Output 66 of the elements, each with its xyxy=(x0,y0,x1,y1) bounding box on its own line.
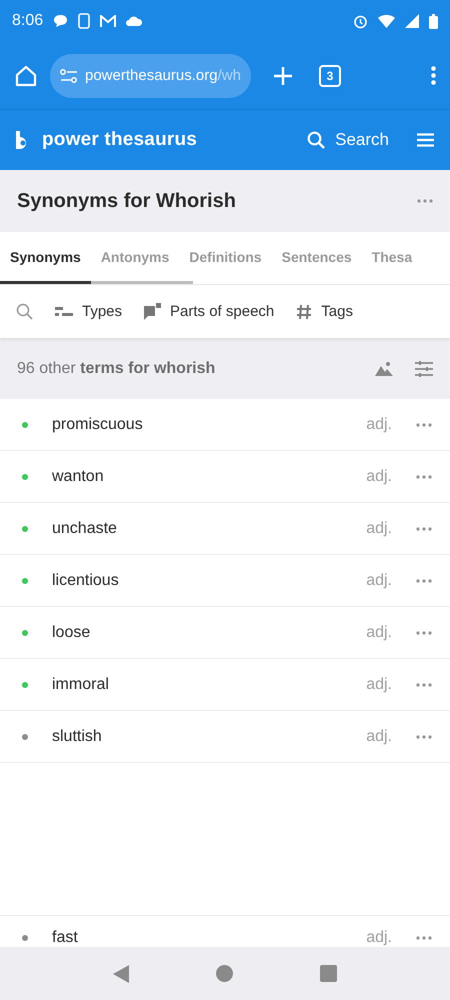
search-label[interactable]: Search xyxy=(335,130,389,150)
phone-icon xyxy=(78,13,90,29)
term-row[interactable]: sluttish adj. xyxy=(0,711,450,763)
flag-icon xyxy=(144,303,162,320)
term-word: immoral xyxy=(52,676,110,694)
search-icon[interactable] xyxy=(16,303,33,320)
back-icon[interactable] xyxy=(113,964,130,982)
hash-icon xyxy=(296,304,312,320)
tab[interactable]: Synonyms xyxy=(0,232,91,284)
signal-icon xyxy=(405,14,419,28)
part-of-speech: adj. xyxy=(366,416,392,434)
mountain-icon[interactable] xyxy=(375,362,393,376)
term-word: loose xyxy=(52,624,92,642)
term-word: licentious xyxy=(52,572,120,590)
sliders-icon[interactable] xyxy=(415,360,433,376)
page-title: Synonyms for Whorish xyxy=(17,190,237,212)
mail-icon xyxy=(100,14,116,28)
home-icon[interactable] xyxy=(216,965,233,982)
more-icon[interactable] xyxy=(416,578,432,582)
term-word: fast xyxy=(52,928,79,946)
site-logo[interactable]: power thesaurus xyxy=(42,129,198,151)
types-icon xyxy=(55,306,73,316)
term-row[interactable]: immoral adj. xyxy=(0,659,450,711)
term-word: sluttish xyxy=(52,728,103,746)
more-icon[interactable] xyxy=(416,526,432,530)
part-of-speech: adj. xyxy=(366,624,392,642)
term-word: unchaste xyxy=(52,520,118,538)
more-icon[interactable] xyxy=(416,936,432,940)
term-word: promiscuous xyxy=(52,416,144,434)
term-row[interactable]: unchaste adj. xyxy=(0,503,450,555)
recents-icon[interactable] xyxy=(320,965,337,982)
menu-icon[interactable] xyxy=(417,133,434,147)
filter-label[interactable]: Parts of speech xyxy=(170,303,274,320)
part-of-speech: adj. xyxy=(366,520,392,538)
term-row[interactable]: loose adj. xyxy=(0,607,450,659)
term-word: wanton xyxy=(52,468,105,486)
clock-time: 8:06 xyxy=(12,12,44,30)
tab-count[interactable]: 3 xyxy=(318,64,341,86)
term-row[interactable]: fast adj. xyxy=(0,916,450,947)
search-icon[interactable] xyxy=(307,131,326,149)
filter-label[interactable]: Tags xyxy=(321,303,353,320)
term-row[interactable]: promiscuous adj. xyxy=(0,399,450,451)
part-of-speech: adj. xyxy=(366,572,392,590)
home-icon[interactable] xyxy=(14,64,38,88)
part-of-speech: adj. xyxy=(366,676,392,694)
plus-icon[interactable] xyxy=(272,66,293,86)
part-of-speech: adj. xyxy=(366,728,392,746)
more-icon[interactable] xyxy=(416,422,432,426)
battery-icon xyxy=(429,14,438,28)
more-icon[interactable] xyxy=(417,199,433,203)
term-row[interactable]: licentious adj. xyxy=(0,555,450,607)
more-icon[interactable] xyxy=(416,682,432,686)
cloud-icon xyxy=(126,16,142,26)
chat-icon xyxy=(53,14,68,28)
site-settings-icon xyxy=(60,68,78,82)
more-icon[interactable] xyxy=(416,474,432,478)
alarm-icon xyxy=(353,14,368,28)
part-of-speech: adj. xyxy=(366,928,392,946)
part-of-speech: adj. xyxy=(366,468,392,486)
terms-count: 96 other terms for whorish xyxy=(17,360,216,378)
more-icon[interactable] xyxy=(416,630,432,634)
menu-icon[interactable] xyxy=(431,66,436,85)
wifi-icon xyxy=(378,14,395,28)
more-icon[interactable] xyxy=(416,734,432,738)
term-row[interactable]: wanton adj. xyxy=(0,451,450,503)
filter-label[interactable]: Types xyxy=(82,303,122,320)
